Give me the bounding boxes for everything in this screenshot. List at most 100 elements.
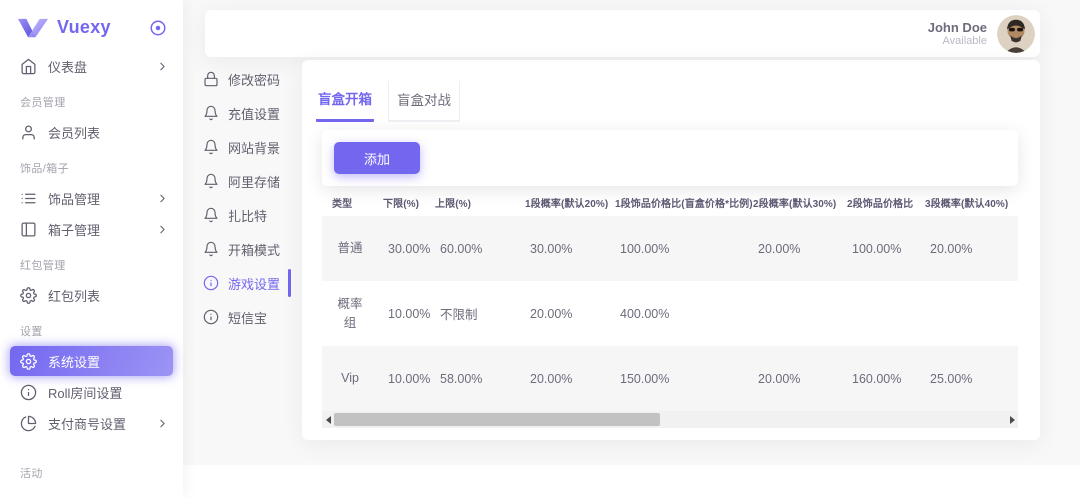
sidebar-item-label: 箱子管理 bbox=[48, 220, 100, 239]
tab-blindbox-battle[interactable]: 盲盒对战 bbox=[388, 81, 460, 122]
table-toolbar: 添加 bbox=[322, 130, 1018, 186]
cell-type: 概率组 bbox=[332, 295, 366, 333]
sidebar-item-label: 支付商号设置 bbox=[48, 414, 126, 433]
home-icon bbox=[20, 58, 37, 75]
sidebar-section-title: 红包管理 bbox=[0, 245, 183, 279]
cell: 25.00% bbox=[925, 372, 1018, 386]
settings-nav-item-zabit[interactable]: 扎比特 bbox=[203, 198, 289, 232]
app-root: Vuexy 仪表盘 会员管理 会员列表 饰品/箱子 bbox=[0, 0, 1080, 498]
column-header: 3段概率(默认40%) bbox=[925, 195, 1018, 210]
sidebar-item-roll-room-settings[interactable]: Roll房间设置 bbox=[0, 377, 183, 407]
column-header: 上限(%) bbox=[435, 195, 525, 210]
sidebar-item-redpacket-list[interactable]: 红包列表 bbox=[0, 280, 183, 310]
table-header-row: 类型 下限(%) 上限(%) 1段概率(默认20%) 1段饰品价格比(盲盒价格*… bbox=[322, 188, 1018, 216]
settings-nav-label: 游戏设置 bbox=[228, 274, 280, 293]
bell-icon bbox=[203, 241, 219, 257]
column-header: 下限(%) bbox=[383, 195, 435, 210]
settings-nav-label: 开箱模式 bbox=[228, 240, 280, 259]
gear-icon bbox=[20, 353, 37, 370]
brand: Vuexy bbox=[0, 0, 183, 50]
avatar[interactable] bbox=[997, 15, 1035, 53]
user-status: Available bbox=[928, 35, 987, 48]
settings-nav-item-site-background[interactable]: 网站背景 bbox=[203, 130, 289, 164]
cell: 400.00% bbox=[615, 307, 753, 321]
info-icon bbox=[203, 275, 219, 291]
cell: 20.00% bbox=[925, 242, 1018, 256]
column-header: 1段饰品价格比(盲盒价格*比例) bbox=[615, 195, 753, 210]
horizontal-scrollbar[interactable] bbox=[322, 411, 1018, 428]
content-area: John Doe Available bbox=[183, 0, 1080, 465]
sidebar-section-title: 设置 bbox=[0, 311, 183, 345]
user-name: John Doe bbox=[928, 20, 987, 35]
top-header: John Doe Available bbox=[205, 10, 1040, 57]
sidebar-item-label: 饰品管理 bbox=[48, 189, 100, 208]
sidebar-item-member-list[interactable]: 会员列表 bbox=[0, 117, 183, 147]
info-icon bbox=[203, 309, 219, 325]
sidebar-item-box-mgmt[interactable]: 箱子管理 bbox=[0, 214, 183, 244]
settings-nav-item-unbox-mode[interactable]: 开箱模式 bbox=[203, 232, 289, 266]
cell: 150.00% bbox=[615, 372, 753, 386]
settings-nav: 修改密码 充值设置 网站背景 阿里存储 bbox=[203, 62, 289, 334]
settings-nav-item-ali-storage[interactable]: 阿里存储 bbox=[203, 164, 289, 198]
sidebar-item-accessory-mgmt[interactable]: 饰品管理 bbox=[0, 183, 183, 213]
box-icon bbox=[20, 221, 37, 238]
cell: 30.00% bbox=[383, 242, 435, 256]
chevron-right-icon bbox=[156, 417, 169, 430]
settings-nav-label: 修改密码 bbox=[228, 70, 280, 89]
scroll-left-arrow[interactable] bbox=[322, 411, 334, 428]
column-header: 2段饰品价格比 bbox=[847, 195, 925, 210]
user-info[interactable]: John Doe Available bbox=[928, 20, 987, 48]
add-button[interactable]: 添加 bbox=[334, 142, 420, 174]
main-card: 盲盒开箱 盲盒对战 添加 类型 下限(%) 上限(%) 1段概率(默认20%) … bbox=[302, 60, 1040, 440]
sidebar-section-title: 会员管理 bbox=[0, 82, 183, 116]
active-indicator-bar bbox=[288, 269, 291, 297]
sidebar-section-title: 饰品/箱子 bbox=[0, 148, 183, 182]
sidebar-item-label: Roll房间设置 bbox=[48, 383, 122, 402]
brand-name: Vuexy bbox=[57, 17, 111, 38]
scroll-right-arrow[interactable] bbox=[1006, 411, 1018, 428]
table-row: 概率组 10.00% 不限制 20.00% 400.00% bbox=[322, 281, 1018, 346]
column-header: 类型 bbox=[332, 195, 383, 210]
settings-nav-item-game-settings[interactable]: 游戏设置 bbox=[203, 266, 289, 300]
tab-blindbox-open[interactable]: 盲盒开箱 bbox=[316, 80, 374, 122]
menu-pin-toggle-icon[interactable] bbox=[149, 19, 167, 37]
table-row: Vip 10.00% 58.00% 20.00% 150.00% 20.00% … bbox=[322, 346, 1018, 411]
cell: 10.00% bbox=[383, 307, 435, 321]
settings-nav-label: 网站背景 bbox=[228, 138, 280, 157]
cell: 20.00% bbox=[525, 372, 615, 386]
sidebar-item-system-settings[interactable]: 系统设置 bbox=[10, 346, 173, 376]
cell: 30.00% bbox=[525, 242, 615, 256]
chevron-right-icon bbox=[156, 223, 169, 236]
vuexy-logo-icon bbox=[18, 18, 48, 38]
left-triangle-icon bbox=[326, 416, 331, 424]
bell-icon bbox=[203, 105, 219, 121]
column-header: 2段概率(默认30%) bbox=[753, 195, 847, 210]
user-icon bbox=[20, 124, 37, 141]
sidebar-item-dashboard[interactable]: 仪表盘 bbox=[0, 51, 183, 81]
avatar-photo bbox=[997, 15, 1035, 53]
sidebar-item-label: 红包列表 bbox=[48, 286, 100, 305]
cell: 20.00% bbox=[753, 242, 847, 256]
sidebar-section-title: 活动 bbox=[0, 439, 183, 487]
cell: 160.00% bbox=[847, 372, 925, 386]
sidebar-item-label: 仪表盘 bbox=[48, 57, 87, 76]
main-sidebar: Vuexy 仪表盘 会员管理 会员列表 饰品/箱子 bbox=[0, 0, 183, 498]
scrollbar-track[interactable] bbox=[334, 411, 1006, 428]
chevron-right-icon bbox=[156, 60, 169, 73]
bell-icon bbox=[203, 173, 219, 189]
lock-icon bbox=[203, 71, 219, 87]
pie-chart-icon bbox=[20, 415, 37, 432]
gear-icon bbox=[20, 287, 37, 304]
tab-bar: 盲盒开箱 盲盒对战 bbox=[302, 60, 1040, 122]
scrollbar-thumb[interactable] bbox=[334, 413, 660, 426]
settings-table: 类型 下限(%) 上限(%) 1段概率(默认20%) 1段饰品价格比(盲盒价格*… bbox=[322, 188, 1018, 411]
cell: 100.00% bbox=[615, 242, 753, 256]
settings-nav-item-recharge[interactable]: 充值设置 bbox=[203, 96, 289, 130]
cell: 58.00% bbox=[435, 372, 525, 386]
settings-nav-item-sms[interactable]: 短信宝 bbox=[203, 300, 289, 334]
cell: 20.00% bbox=[753, 372, 847, 386]
settings-nav-item-change-password[interactable]: 修改密码 bbox=[203, 62, 289, 96]
bell-icon bbox=[203, 207, 219, 223]
cell: 20.00% bbox=[525, 307, 615, 321]
sidebar-item-payment-merchant-settings[interactable]: 支付商号设置 bbox=[0, 408, 183, 438]
